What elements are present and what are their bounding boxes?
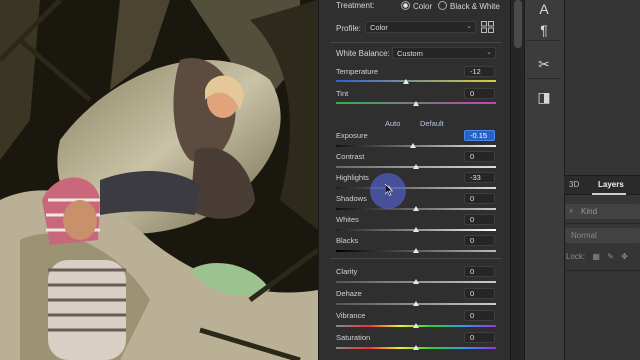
clarity-label: Clarity (336, 267, 358, 276)
blacks-knob[interactable] (413, 248, 419, 253)
treatment-color-option[interactable]: Color (401, 1, 432, 11)
temperature-value[interactable]: -12 (464, 66, 495, 77)
default-button[interactable]: Default (420, 119, 444, 128)
saturation-value[interactable]: 0 (464, 332, 495, 343)
temperature-knob[interactable] (403, 79, 409, 84)
contrast-label: Contrast (336, 152, 365, 161)
paragraph-icon[interactable]: ¶ (534, 21, 554, 39)
layer-filter-kind[interactable]: ⌕ Kind (565, 204, 640, 219)
profile-label: Profile: (336, 24, 361, 33)
exposure-knob[interactable] (410, 143, 416, 148)
photo-image (0, 0, 318, 360)
tint-value[interactable]: 0 (464, 88, 495, 99)
lock-row: Lock: ▦ ✎ ✥ (566, 252, 628, 261)
whites-value[interactable]: 0 (464, 214, 495, 225)
exposure-label: Exposure (336, 131, 368, 140)
mouse-pointer-icon (384, 183, 394, 196)
radio-icon (438, 1, 447, 10)
divider (564, 223, 640, 224)
tab-3d[interactable]: 3D (569, 180, 579, 189)
contrast-knob[interactable] (413, 164, 419, 169)
exposure-value[interactable]: -0.15 (464, 130, 495, 141)
temperature-slider[interactable] (336, 80, 496, 82)
divider (330, 258, 502, 259)
radio-selected-icon (401, 1, 410, 10)
vibrance-label: Vibrance (336, 311, 366, 320)
clarity-knob[interactable] (413, 279, 419, 284)
blacks-label: Blacks (336, 236, 359, 245)
contrast-value[interactable]: 0 (464, 151, 495, 162)
tool-strip (524, 0, 564, 360)
profile-select[interactable]: Color ⌄ (365, 21, 476, 33)
whites-knob[interactable] (413, 227, 419, 232)
chevron-down-icon: ⌄ (486, 49, 492, 56)
highlights-slider[interactable] (336, 187, 496, 189)
chevron-down-icon: ⌄ (466, 23, 472, 30)
panel-scrollbar[interactable] (510, 0, 524, 360)
dehaze-label: Dehaze (336, 289, 362, 298)
character-icon[interactable]: A (534, 0, 554, 18)
search-icon: ⌕ (569, 206, 574, 215)
export-icon[interactable]: ◨ (534, 88, 554, 106)
saturation-knob[interactable] (413, 345, 419, 350)
active-tab-indicator (592, 193, 626, 195)
highlights-label: Highlights (336, 173, 369, 182)
tab-layers[interactable]: Layers (598, 180, 624, 189)
divider (330, 42, 502, 43)
blacks-value[interactable]: 0 (464, 235, 495, 246)
white-balance-label: White Balance: (336, 49, 390, 58)
shadows-knob[interactable] (413, 206, 419, 211)
treatment-label: Treatment: (336, 1, 375, 10)
tools-icon[interactable]: ✂ (534, 55, 554, 73)
photo-canvas (0, 0, 318, 360)
divider (564, 270, 640, 271)
vibrance-knob[interactable] (413, 323, 419, 328)
lock-transparent-icon[interactable]: ▦ (592, 252, 600, 261)
treatment-bw-option[interactable]: Black & White (438, 1, 500, 11)
dehaze-value[interactable]: 0 (464, 288, 495, 299)
lock-position-icon[interactable]: ✥ (621, 252, 628, 261)
clarity-value[interactable]: 0 (464, 266, 495, 277)
lock-pixels-icon[interactable]: ✎ (607, 252, 614, 261)
profile-browser-icon[interactable] (481, 21, 494, 33)
temperature-label: Temperature (336, 67, 379, 76)
whites-label: Whites (336, 215, 359, 224)
scrollbar-thumb[interactable] (514, 0, 522, 48)
highlights-value[interactable]: -33 (464, 172, 495, 183)
shadows-value[interactable]: 0 (464, 193, 495, 204)
shadows-label: Shadows (336, 194, 367, 203)
divider (527, 40, 561, 41)
tint-label: Tint (336, 89, 349, 98)
divider (527, 78, 561, 79)
auto-button[interactable]: Auto (385, 119, 400, 128)
vibrance-value[interactable]: 0 (464, 310, 495, 321)
saturation-label: Saturation (336, 333, 371, 342)
white-balance-select[interactable]: Custom ⌄ (392, 47, 496, 59)
exposure-slider[interactable] (336, 145, 496, 147)
blend-mode-select[interactable]: Normal (565, 228, 640, 243)
dehaze-knob[interactable] (413, 301, 419, 306)
tint-knob[interactable] (413, 101, 419, 106)
